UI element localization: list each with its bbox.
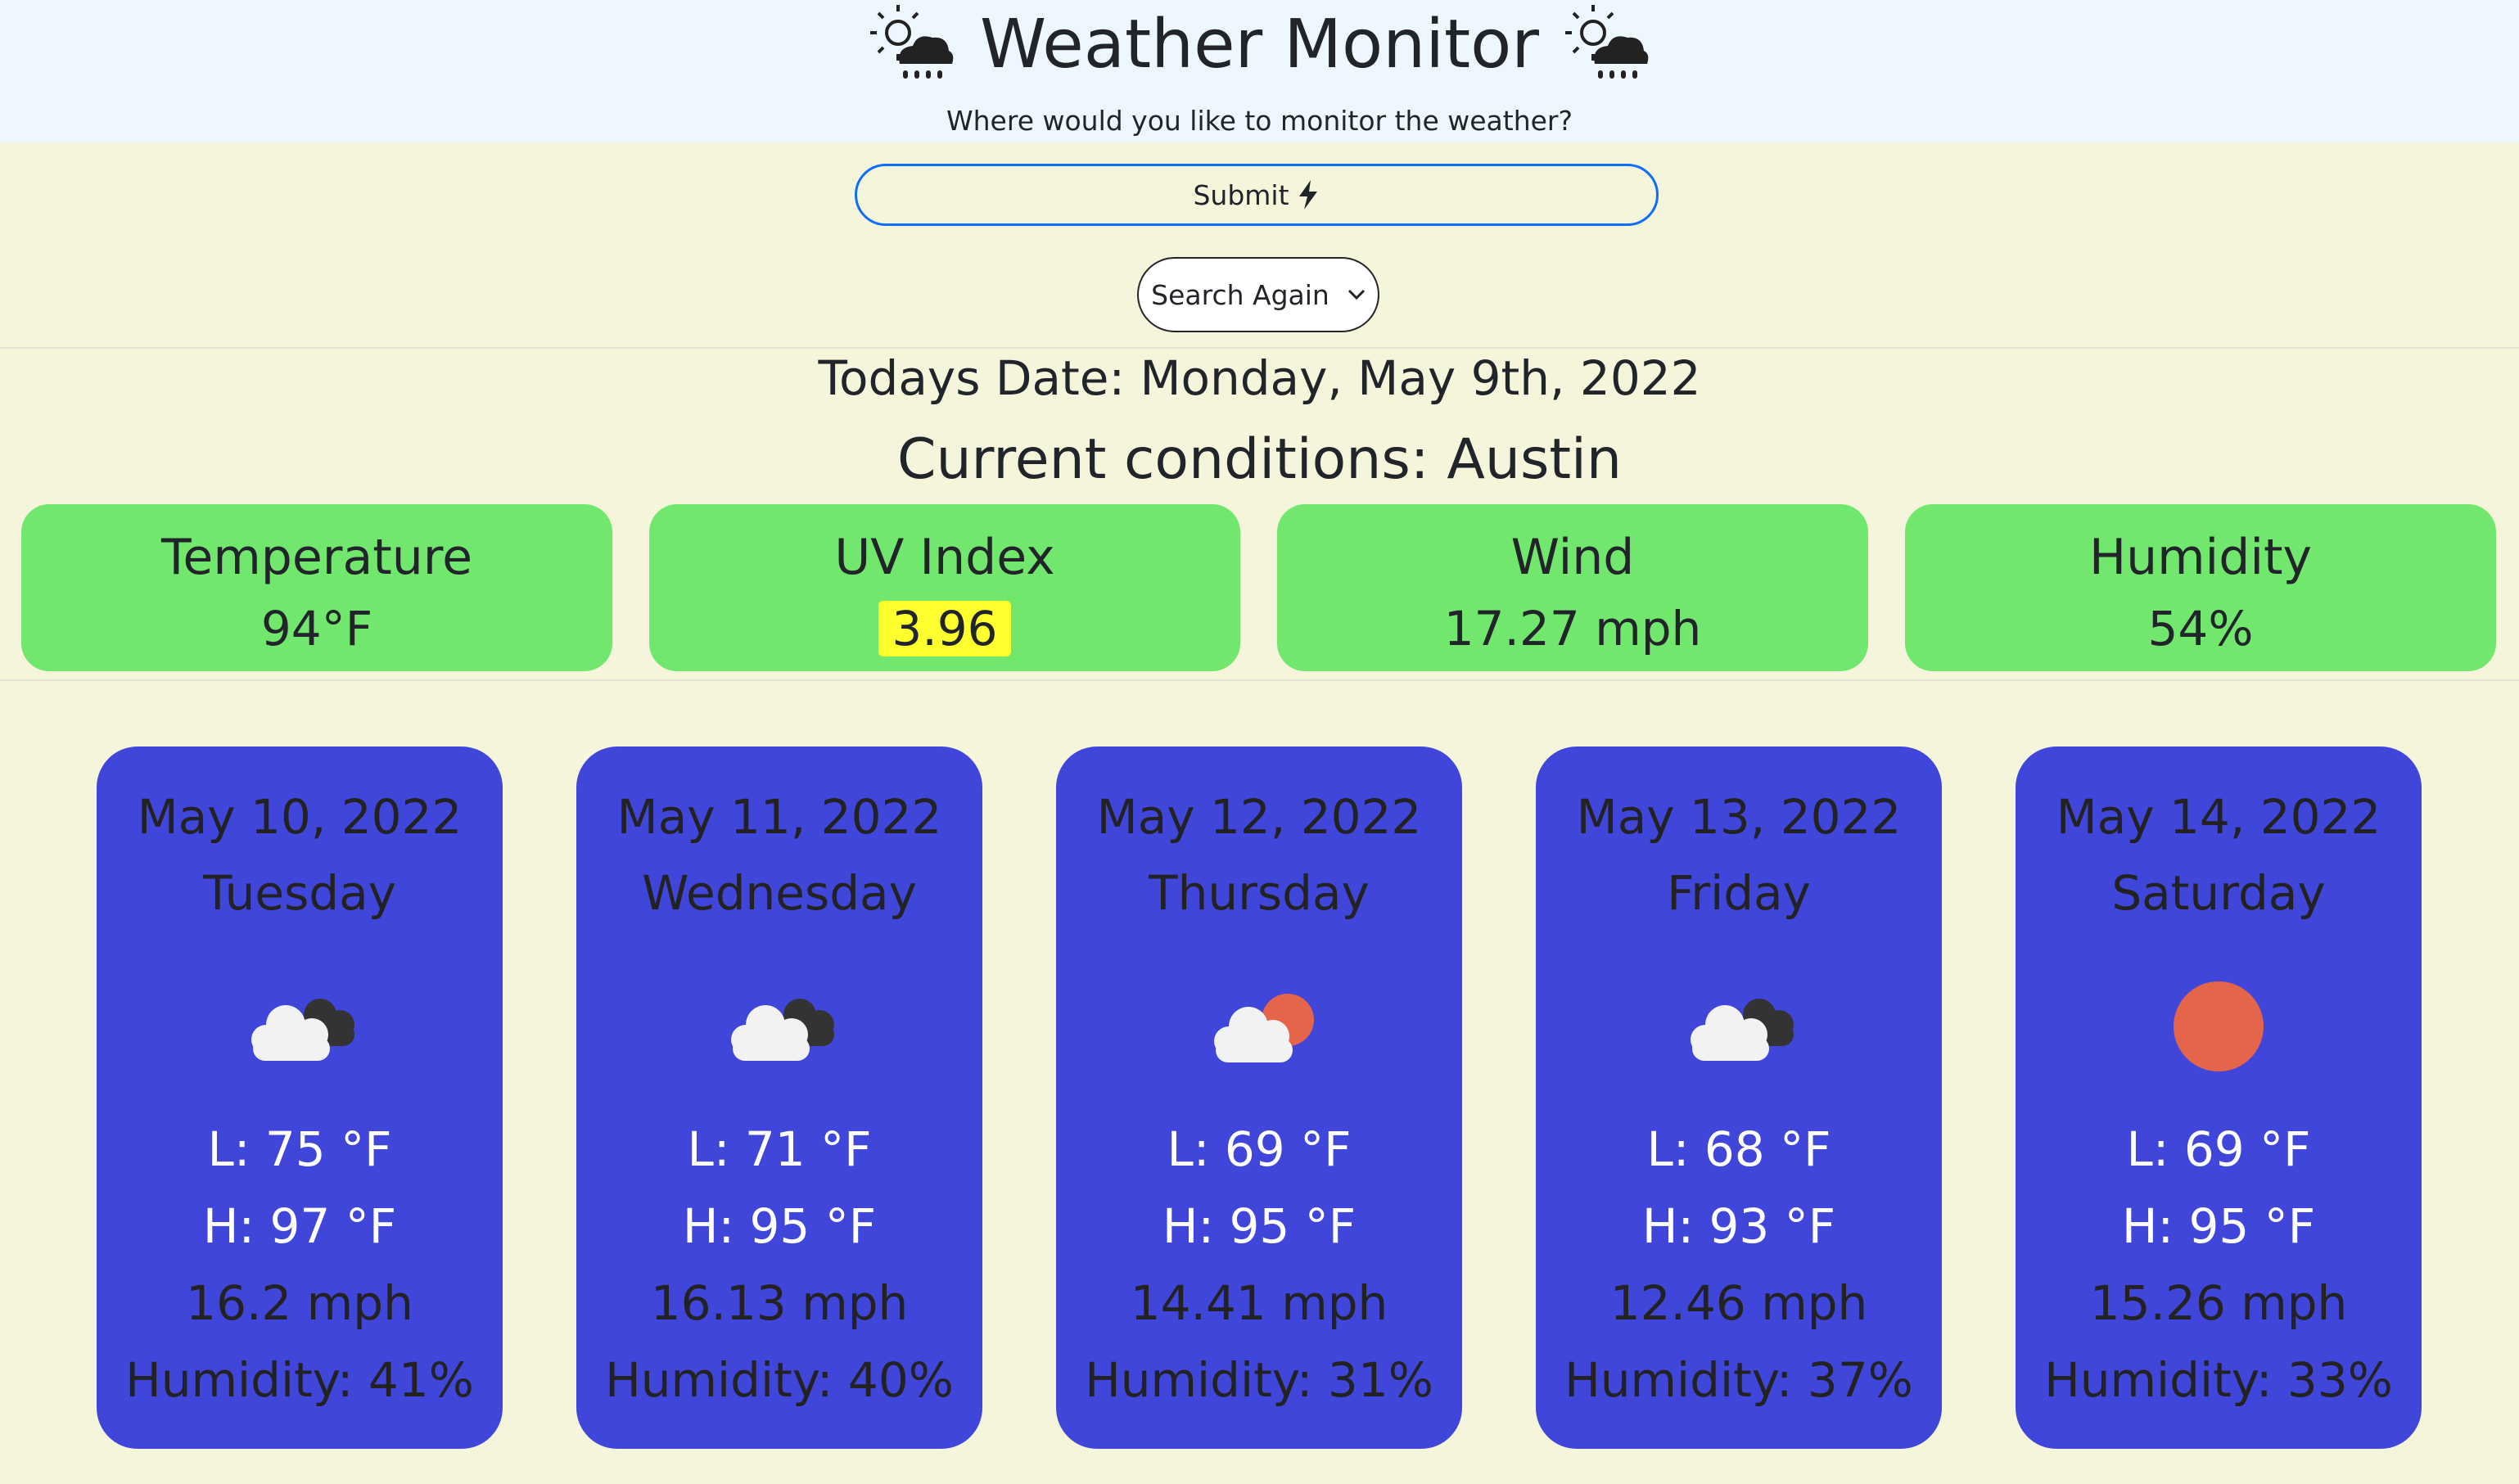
page-header: Weather Monitor Where would you like to …: [0, 0, 2519, 142]
forecast-humidity: Humidity: 37%: [1564, 1352, 1913, 1408]
temperature-label: Temperature: [160, 529, 473, 586]
broken-clouds-icon: [251, 999, 354, 1061]
broken-clouds-icon: [731, 999, 834, 1061]
forecast-high: H: 95 °F: [682, 1198, 877, 1254]
search-history-select[interactable]: Search Again: [1137, 257, 1379, 332]
forecast-wind: 16.13 mph: [650, 1275, 909, 1331]
forecast-wind: 15.26 mph: [2089, 1275, 2348, 1331]
humidity-label: Humidity: [2088, 529, 2313, 586]
forecast-high: H: 95 °F: [2121, 1198, 2316, 1254]
wind-card: Wind 17.27 mph: [1277, 504, 1868, 671]
divider: [0, 347, 2519, 349]
forecast-day: Saturday: [2111, 865, 2326, 921]
forecast-date: May 12, 2022: [1096, 789, 1422, 845]
forecast-high: H: 93 °F: [1641, 1198, 1836, 1254]
forecast-humidity: Humidity: 40%: [605, 1352, 954, 1408]
humidity-card: Humidity 54%: [1905, 504, 2496, 671]
forecast-card: May 10, 2022 Tuesday L: 75 °F H: 97 °F 1…: [97, 747, 503, 1449]
submit-label: Submit: [1193, 178, 1289, 211]
sun-behind-rain-cloud-icon: [869, 5, 954, 79]
forecast-day: Thursday: [1149, 865, 1370, 921]
temperature-card: Temperature 94°F: [21, 504, 612, 671]
forecast-humidity: Humidity: 41%: [125, 1352, 474, 1408]
forecast-date: May 13, 2022: [1576, 789, 1902, 845]
wind-label: Wind: [1510, 529, 1635, 586]
lightning-bolt-icon: [1298, 180, 1317, 210]
clear-sun-icon: [2174, 981, 2264, 1071]
forecast-date: May 14, 2022: [2056, 789, 2381, 845]
sun-behind-rain-cloud-icon: [1565, 5, 1649, 79]
forecast-date: May 10, 2022: [137, 789, 463, 845]
forecast-card: May 14, 2022 Saturday L: 69 °F H: 95 °F …: [2016, 747, 2422, 1449]
forecast-low: L: 68 °F: [1646, 1121, 1831, 1177]
forecast-card: May 12, 2022 Thursday L: 69 °F H: 95 °F …: [1056, 747, 1462, 1449]
forecast-low: L: 71 °F: [687, 1121, 872, 1177]
page-title: Weather Monitor: [979, 6, 1540, 83]
search-history-value: Search Again: [1151, 278, 1329, 311]
forecast-card: May 13, 2022 Friday L: 68 °F H: 93 °F 12…: [1536, 747, 1942, 1449]
forecast-wind: 12.46 mph: [1609, 1275, 1868, 1331]
forecast-day: Friday: [1667, 865, 1811, 921]
forecast-wind: 14.41 mph: [1130, 1275, 1388, 1331]
forecast-low: L: 69 °F: [1167, 1121, 1352, 1177]
uv-index-card: UV Index 3.96: [649, 504, 1240, 671]
title-row: Weather Monitor: [0, 0, 2519, 90]
todays-date: Todays Date: Monday, May 9th, 2022: [818, 350, 1701, 406]
forecast-humidity: Humidity: 33%: [2044, 1352, 2393, 1408]
humidity-value: 54%: [2147, 601, 2254, 656]
forecast-wind: 16.2 mph: [186, 1275, 413, 1331]
submit-button[interactable]: Submit: [855, 164, 1659, 226]
forecast-low: L: 69 °F: [2126, 1121, 2311, 1177]
wind-value: 17.27 mph: [1443, 601, 1702, 656]
broken-clouds-icon: [1691, 999, 1794, 1061]
forecast-humidity: Humidity: 31%: [1085, 1352, 1433, 1408]
uv-index-value: 3.96: [878, 601, 1011, 656]
page-subtitle: Where would you like to monitor the weat…: [946, 105, 1573, 137]
temperature-value: 94°F: [260, 601, 373, 656]
few-clouds-icon: [1214, 994, 1314, 1062]
uv-index-label: UV Index: [834, 529, 1055, 586]
forecast-card: May 11, 2022 Wednesday L: 71 °F H: 95 °F…: [576, 747, 982, 1449]
divider: [0, 679, 2519, 681]
forecast-high: H: 97 °F: [202, 1198, 397, 1254]
forecast-day: Wednesday: [642, 865, 917, 921]
forecast-low: L: 75 °F: [207, 1121, 392, 1177]
forecast-date: May 11, 2022: [616, 789, 942, 845]
current-conditions-heading: Current conditions: Austin: [896, 427, 1623, 492]
forecast-day: Tuesday: [203, 865, 396, 921]
chevron-down-icon: [1348, 289, 1365, 300]
forecast-high: H: 95 °F: [1162, 1198, 1357, 1254]
